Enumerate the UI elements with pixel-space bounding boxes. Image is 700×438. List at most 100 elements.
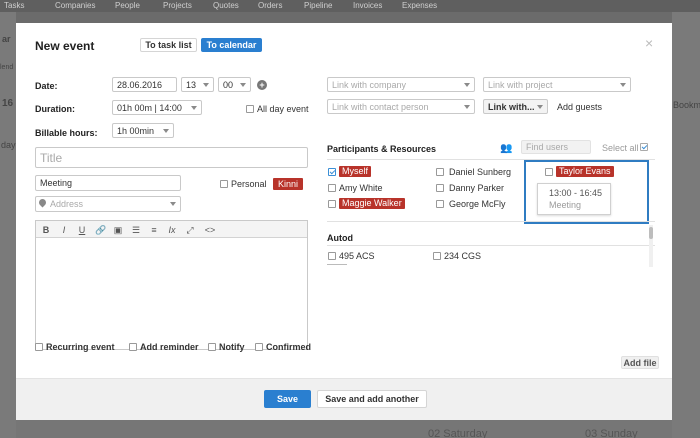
chevron-down-icon — [464, 82, 470, 87]
bg-date: 02 Saturday — [428, 428, 488, 438]
chevron-down-icon — [537, 104, 543, 109]
participant-myself: Myself — [339, 166, 372, 177]
bg-nav-people: People — [115, 1, 140, 10]
italic-icon[interactable]: I — [59, 225, 69, 235]
bg-date: 03 Sunday — [585, 428, 638, 438]
fullscreen-icon[interactable]: ⤢ — [185, 225, 195, 236]
participant-amy: Amy White — [339, 183, 383, 193]
image-icon[interactable]: ▣ — [113, 225, 123, 236]
recurring-checkbox[interactable] — [35, 343, 43, 351]
background-left — [0, 12, 16, 438]
car-checkbox-495[interactable] — [328, 252, 336, 260]
bold-icon[interactable]: B — [41, 225, 51, 235]
participant-checkbox-amy[interactable] — [328, 184, 336, 192]
chevron-down-icon — [163, 128, 169, 133]
participants-scrollbar[interactable] — [649, 225, 653, 267]
billable-hours-label: Billable hours: — [35, 128, 98, 138]
modal-title: New event — [35, 39, 95, 53]
notify-checkbox[interactable] — [208, 343, 216, 351]
save-button[interactable]: Save — [264, 390, 311, 408]
link-icon[interactable]: 🔗 — [95, 225, 106, 236]
bg-nav-invoices: Invoices — [353, 1, 383, 10]
car-495: 495 ACS — [339, 251, 375, 261]
event-type-input[interactable]: Meeting — [35, 175, 181, 191]
participant-maggie: Maggie Walker — [339, 198, 405, 209]
participant-george: George McFly — [449, 199, 506, 209]
company-select[interactable]: Link with company — [327, 77, 475, 92]
add-time-icon[interactable]: + — [257, 80, 267, 90]
chevron-down-icon — [464, 104, 470, 109]
users-icon: 👥 — [500, 143, 513, 154]
bg-fragment: day — [1, 140, 16, 150]
link-with-select[interactable]: Link with... — [483, 99, 548, 114]
editor-body[interactable] — [36, 238, 307, 349]
add-file-button[interactable]: Add file — [621, 356, 659, 369]
notify-label: Notify — [219, 342, 245, 352]
bg-fragment: 16 — [2, 98, 14, 109]
reminder-checkbox[interactable] — [129, 343, 137, 351]
clipped-row — [327, 264, 347, 267]
underline-icon[interactable]: U — [77, 225, 87, 235]
save-and-add-another-button[interactable]: Save and add another — [317, 390, 427, 408]
address-input[interactable]: Address — [35, 196, 181, 212]
participant-checkbox-danny[interactable] — [436, 184, 444, 192]
contact-select[interactable]: Link with contact person — [327, 99, 475, 114]
participant-danny: Danny Parker — [449, 183, 505, 193]
chevron-down-icon — [240, 82, 246, 87]
car-234: 234 CGS — [444, 251, 482, 261]
select-all-checkbox[interactable] — [640, 143, 648, 151]
bg-nav-tasks: Tasks — [4, 1, 25, 10]
reminder-label: Add reminder — [140, 342, 199, 352]
location-pin-icon — [37, 197, 48, 208]
date-label: Date: — [35, 81, 58, 91]
duration-label: Duration: — [35, 104, 75, 114]
billable-hours-select[interactable]: 1h 00min — [112, 123, 174, 138]
car-checkbox-234[interactable] — [433, 252, 441, 260]
to-calendar-button[interactable]: To calendar — [201, 38, 262, 52]
background-right — [672, 12, 700, 438]
background-bottom — [16, 420, 672, 438]
participant-checkbox-daniel[interactable] — [436, 168, 444, 176]
participant-daniel: Daniel Sunberg — [449, 167, 512, 177]
chevron-down-icon — [170, 202, 176, 206]
bg-nav-companies: Companies — [55, 1, 96, 10]
participants-heading: Participants & Resources — [327, 144, 437, 154]
cars-heading: Autod — [327, 233, 353, 243]
project-select[interactable]: Link with project — [483, 77, 631, 92]
participants-divider — [327, 221, 655, 222]
close-icon[interactable]: × — [645, 35, 653, 51]
all-day-label: All day event — [257, 104, 309, 114]
bg-fragment: ar — [2, 34, 11, 44]
confirmed-checkbox[interactable] — [255, 343, 263, 351]
kinni-tag[interactable]: Kinni — [273, 178, 304, 190]
bullet-list-icon[interactable]: ☰ — [131, 225, 141, 236]
new-event-modal: New event To task list To calendar × Dat… — [16, 23, 672, 420]
numbered-list-icon[interactable]: ≡ — [149, 225, 159, 235]
recurring-label: Recurring event — [46, 342, 115, 352]
participant-checkbox-myself[interactable] — [328, 168, 336, 176]
clear-format-icon[interactable]: Ix — [167, 225, 177, 235]
scrollbar-thumb[interactable] — [649, 227, 653, 239]
modal-footer: Save Save and add another — [16, 378, 672, 420]
to-task-list-button[interactable]: To task list — [140, 38, 197, 52]
participant-checkbox-george[interactable] — [436, 200, 444, 208]
bg-fragment: Bookm — [673, 100, 700, 110]
date-input[interactable]: 28.06.2016 — [112, 77, 177, 92]
background-nav-bar: Tasks Companies People Projects Quotes O… — [0, 0, 700, 12]
hour-select[interactable]: 13 — [181, 77, 214, 92]
find-users-input[interactable]: Find users — [521, 140, 591, 154]
source-code-icon[interactable]: <> — [203, 225, 217, 235]
duration-select[interactable]: 01h 00m | 14:00 — [112, 100, 202, 115]
bg-nav-pipeline: Pipeline — [304, 1, 333, 10]
chevron-down-icon — [203, 82, 209, 87]
participant-checkbox-maggie[interactable] — [328, 200, 336, 208]
personal-checkbox[interactable] — [220, 180, 228, 188]
editor-toolbar: B I U 🔗 ▣ ☰ ≡ Ix ⤢ <> — [36, 221, 307, 238]
title-input[interactable]: Title — [35, 147, 308, 168]
minute-select[interactable]: 00 — [218, 77, 251, 92]
select-all-label: Select all — [602, 143, 639, 153]
bg-fragment: lend — [0, 64, 14, 71]
all-day-checkbox[interactable] — [246, 105, 254, 113]
add-guests-link[interactable]: Add guests — [557, 102, 602, 112]
confirmed-label: Confirmed — [266, 342, 311, 352]
